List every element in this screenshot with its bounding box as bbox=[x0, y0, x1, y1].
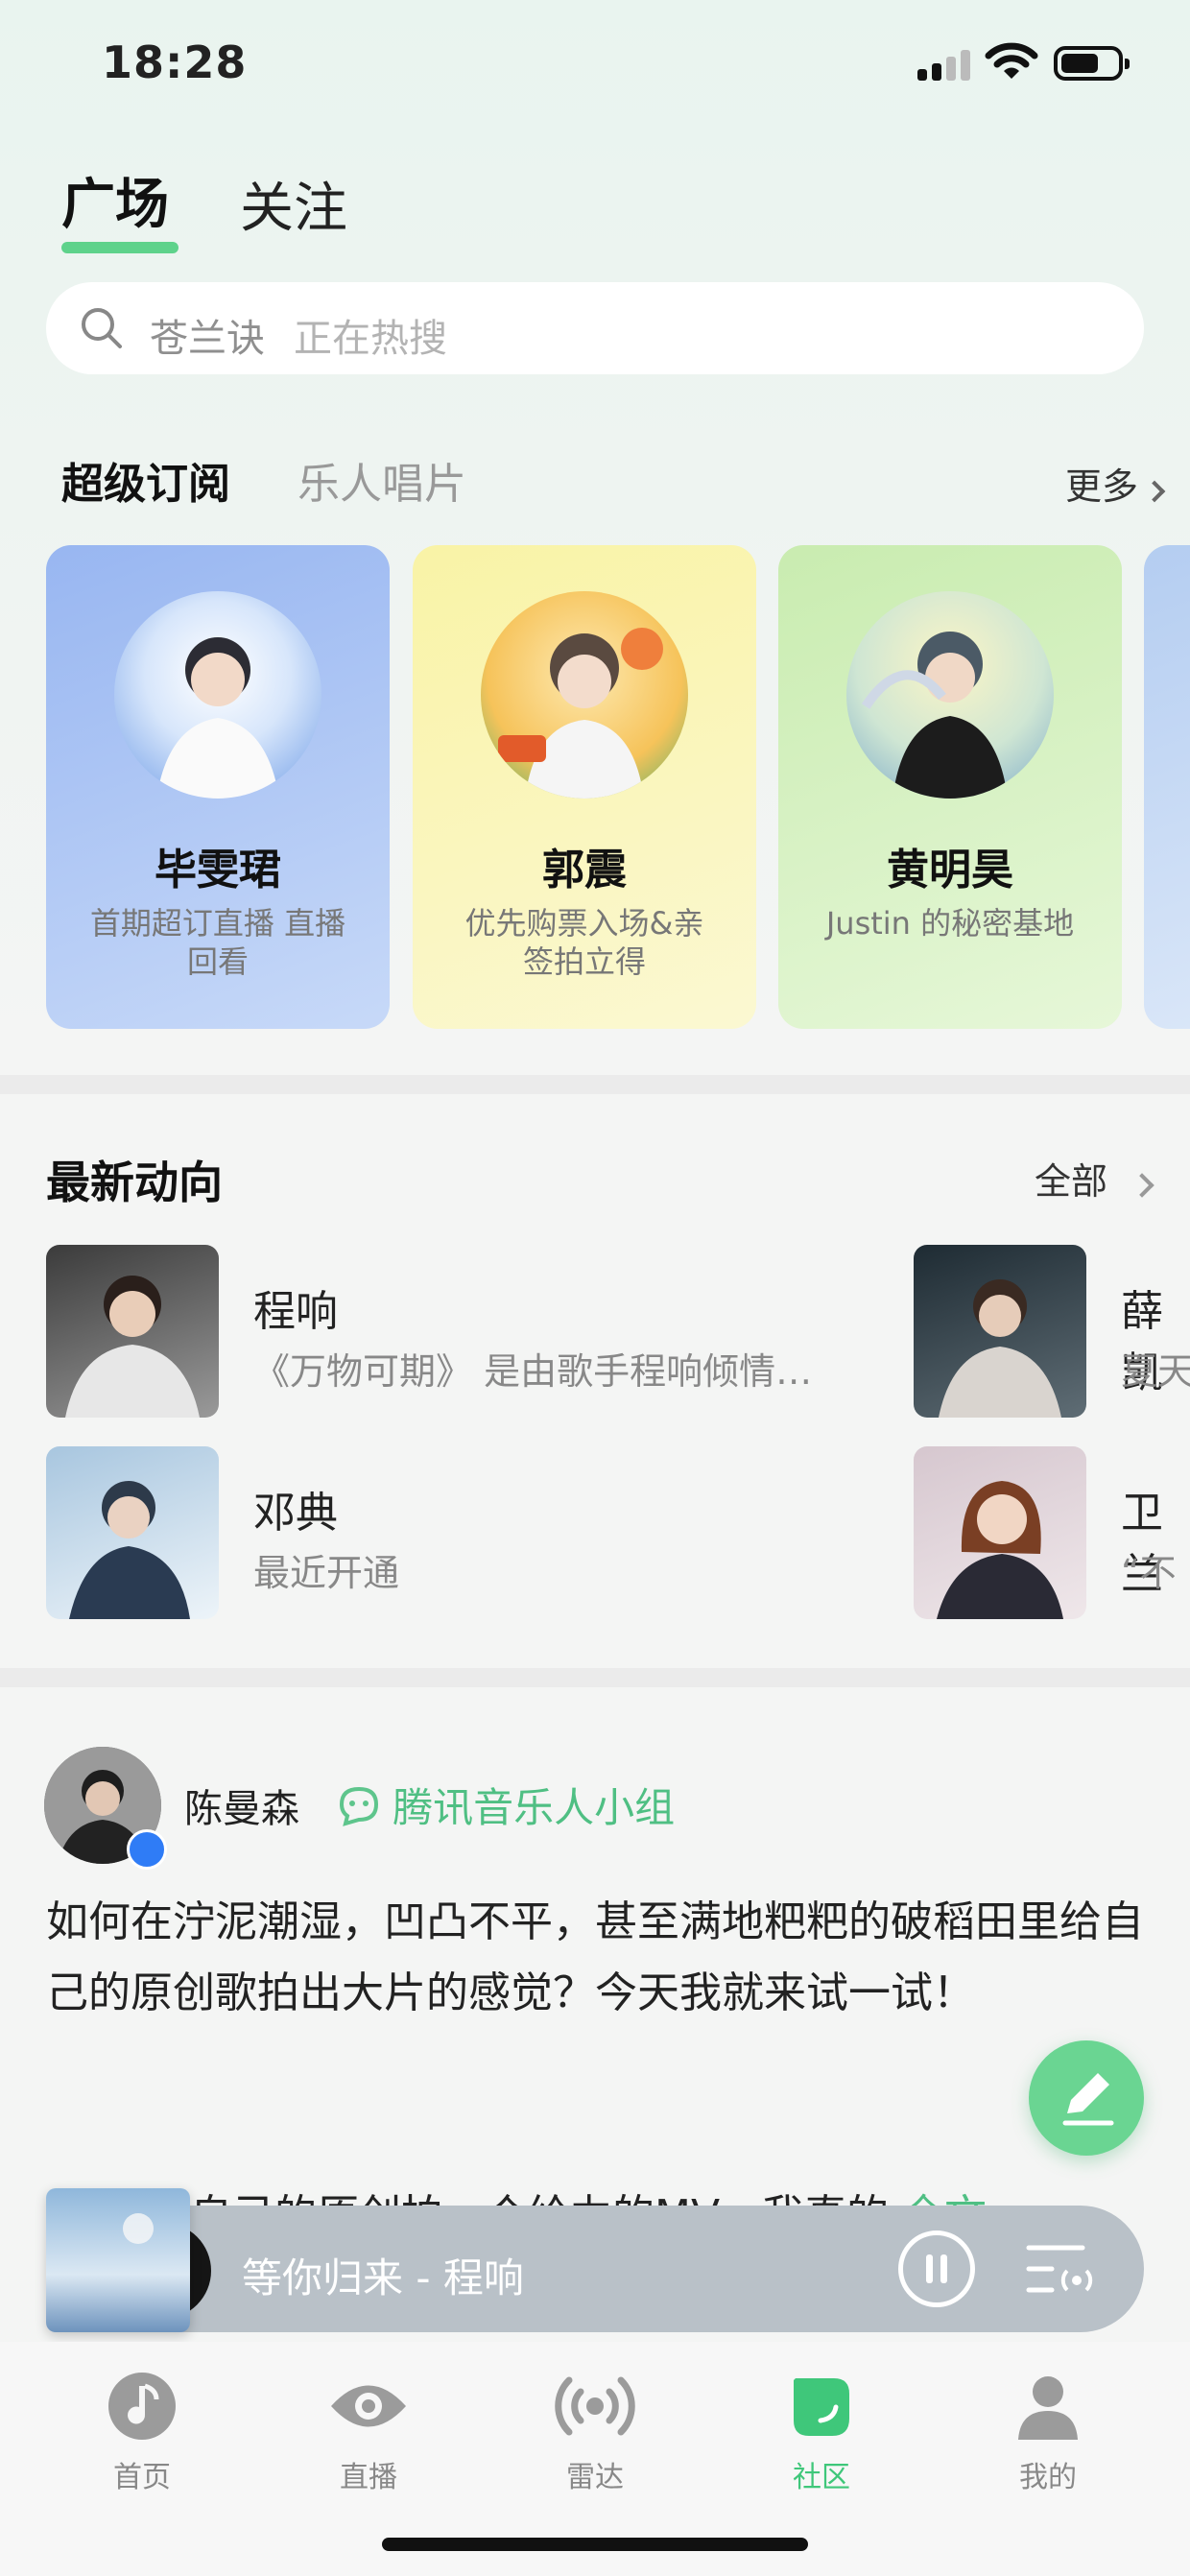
home-indicator bbox=[382, 2538, 808, 2551]
tab-super-subscribe[interactable]: 超级订阅 bbox=[61, 449, 230, 511]
nav-community[interactable]: 社区 bbox=[702, 2371, 940, 2495]
artist-update: 夏天 bbox=[1121, 1350, 1190, 1393]
all-label: 全部 bbox=[1035, 1160, 1108, 1203]
artist-name[interactable]: 邓典 bbox=[253, 1478, 338, 1539]
avatar bbox=[114, 591, 321, 799]
nav-label: 社区 bbox=[793, 2461, 850, 2494]
nav-label: 首页 bbox=[113, 2461, 171, 2494]
community-icon bbox=[794, 2378, 849, 2436]
card-desc: 首期超订直播 直播回看 bbox=[89, 905, 346, 980]
wifi-icon bbox=[985, 42, 1038, 79]
section-divider bbox=[0, 1075, 1190, 1094]
cellular-signal-icon bbox=[917, 50, 971, 81]
user-icon bbox=[1018, 2376, 1078, 2440]
card-desc: Justin 的秘密基地 bbox=[825, 905, 1075, 942]
card-name: 毕雯珺 bbox=[155, 846, 281, 894]
group-icon bbox=[339, 1786, 379, 1826]
card-name: 黄明昊 bbox=[887, 846, 1013, 894]
nav-label: 直播 bbox=[340, 2461, 397, 2494]
tab-following[interactable]: 关注 bbox=[240, 165, 347, 243]
artist-update: “不 bbox=[1121, 1552, 1177, 1594]
pencil-icon bbox=[1062, 2073, 1114, 2126]
pause-button[interactable] bbox=[898, 2230, 975, 2307]
artist-name[interactable]: 程响 bbox=[253, 1276, 338, 1338]
group-link[interactable]: 腾讯音乐人小组 bbox=[336, 1776, 675, 1834]
playlist-radar-icon[interactable] bbox=[1025, 2240, 1102, 2302]
status-time: 18:28 bbox=[102, 36, 248, 88]
artist-update: 最近开通 bbox=[253, 1552, 400, 1594]
track-title: 等你归来 - 程响 bbox=[242, 2254, 524, 2302]
more-link[interactable]: 更多 bbox=[1065, 457, 1166, 510]
nav-home[interactable]: 首页 bbox=[23, 2371, 261, 2495]
chevron-right-icon bbox=[1130, 1173, 1154, 1198]
card-desc: 优先购票入场&亲签拍立得 bbox=[464, 905, 704, 980]
more-label: 更多 bbox=[1065, 465, 1139, 508]
group-name: 腾讯音乐人小组 bbox=[393, 1784, 676, 1831]
latest-title: 最新动向 bbox=[46, 1157, 223, 1208]
artist-thumbnail[interactable] bbox=[46, 1245, 219, 1418]
nav-label: 我的 bbox=[1019, 2461, 1077, 2494]
nav-label: 雷达 bbox=[566, 2461, 624, 2494]
subscribe-card[interactable]: 黄明昊 Justin 的秘密基地 bbox=[778, 545, 1122, 1029]
chevron-right-icon bbox=[1143, 480, 1166, 503]
artist-update: 《万物可期》 是由歌手程响倾情… bbox=[253, 1350, 813, 1393]
compose-button[interactable] bbox=[1029, 2040, 1144, 2156]
search-keyword: 苍兰诀 bbox=[150, 317, 265, 361]
subscribe-card[interactable]: 郭震 优先购票入场&亲签拍立得 bbox=[413, 545, 756, 1029]
subscribe-card[interactable]: 毕雯珺 首期超订直播 直播回看 bbox=[46, 545, 390, 1029]
artist-thumbnail[interactable] bbox=[914, 1245, 1086, 1418]
eye-icon bbox=[331, 2385, 406, 2427]
album-cover[interactable] bbox=[46, 2188, 190, 2332]
radar-icon bbox=[555, 2376, 635, 2436]
section-divider bbox=[0, 1668, 1190, 1687]
post-content[interactable]: 如何在泞泥潮湿，凹凸不平，甚至满地粑粑的破稻田里给自己的原创歌拍出大片的感觉？今… bbox=[46, 1887, 1150, 2029]
tab-active-indicator bbox=[61, 242, 178, 253]
music-note-icon bbox=[108, 2373, 176, 2440]
card-name: 郭震 bbox=[542, 846, 627, 894]
subscribe-card-partial[interactable] bbox=[1144, 545, 1190, 1029]
pause-icon bbox=[926, 2254, 933, 2283]
avatar bbox=[481, 591, 688, 799]
artist-thumbnail[interactable] bbox=[914, 1446, 1086, 1619]
post-author[interactable]: 陈曼森 bbox=[184, 1777, 299, 1833]
nav-mine[interactable]: 我的 bbox=[929, 2371, 1167, 2495]
avatar bbox=[846, 591, 1054, 799]
search-hint: 正在热搜 bbox=[294, 317, 447, 361]
battery-icon bbox=[1054, 46, 1130, 81]
nav-live[interactable]: 直播 bbox=[250, 2371, 488, 2495]
tab-musician-records[interactable]: 乐人唱片 bbox=[298, 449, 466, 511]
tab-plaza[interactable]: 广场 bbox=[61, 161, 169, 239]
artist-thumbnail[interactable] bbox=[46, 1446, 219, 1619]
nav-radar[interactable]: 雷达 bbox=[476, 2371, 714, 2495]
all-link[interactable]: 全部 bbox=[1035, 1152, 1154, 1205]
search-icon bbox=[82, 308, 122, 348]
verified-badge-icon bbox=[127, 1829, 167, 1870]
search-bar[interactable]: 苍兰诀 正在热搜 bbox=[46, 282, 1144, 374]
